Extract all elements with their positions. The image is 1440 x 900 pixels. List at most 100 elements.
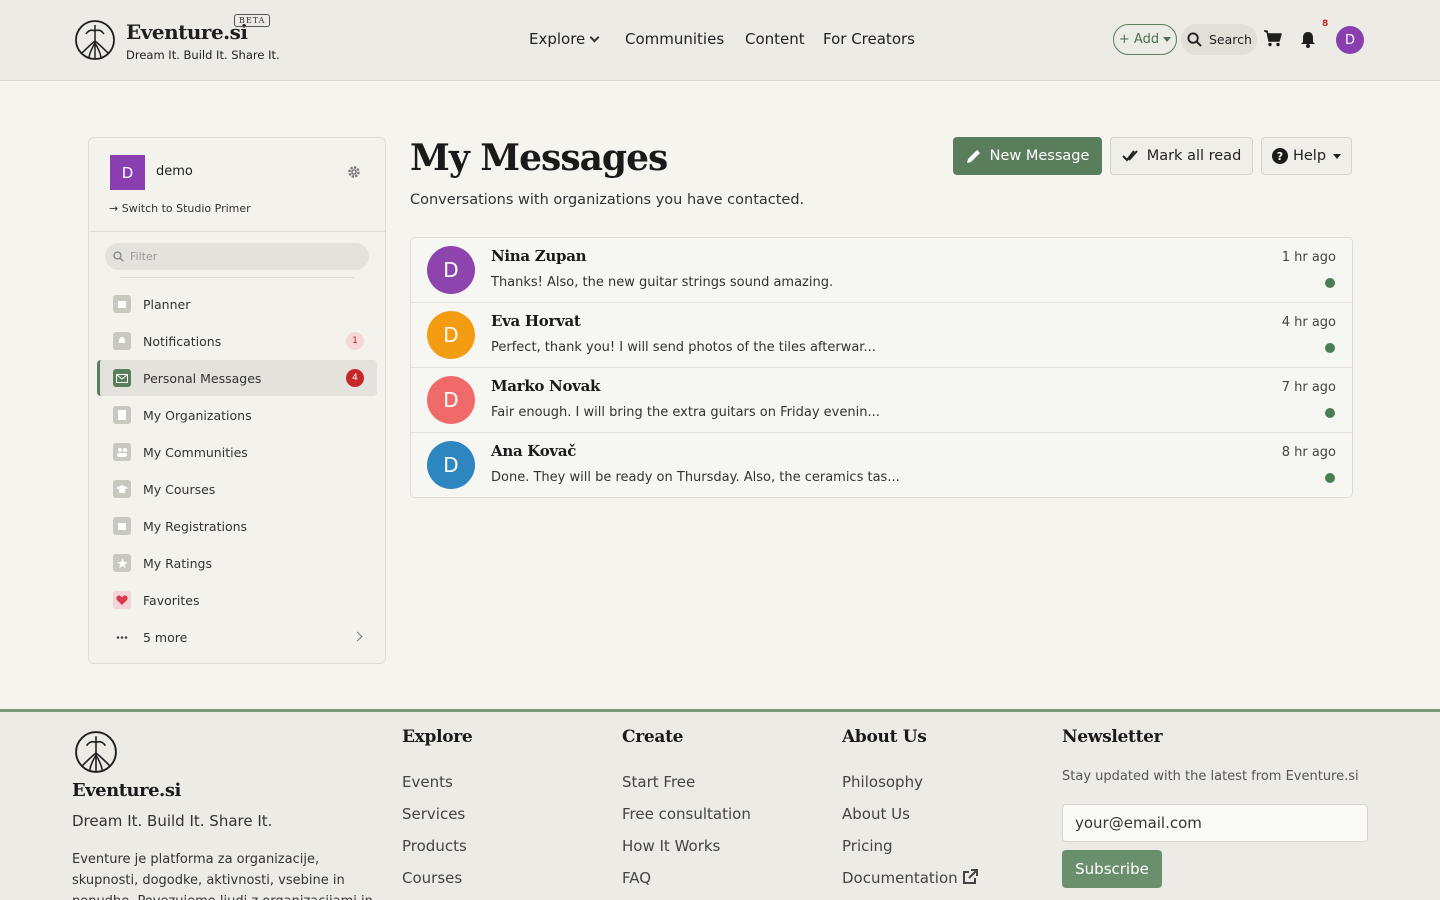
beta-badge: BETA bbox=[234, 14, 271, 27]
pencil-icon bbox=[966, 150, 980, 163]
footer-link-about-us[interactable]: About Us bbox=[842, 805, 910, 823]
footer-brand: Eventure.si bbox=[72, 780, 181, 801]
message-preview: Done. They will be ready on Thursday. Al… bbox=[491, 470, 900, 485]
account-avatar[interactable]: D bbox=[110, 155, 145, 190]
caret-down-icon bbox=[1333, 153, 1342, 159]
envelope-icon bbox=[113, 369, 131, 387]
sidebar-item-notifications[interactable]: Notifications 1 bbox=[97, 323, 377, 359]
heart-icon bbox=[113, 591, 131, 609]
calendar-icon bbox=[113, 295, 131, 313]
footer-about-title: About Us bbox=[842, 727, 927, 747]
message-preview: Fair enough. I will bring the extra guit… bbox=[491, 405, 880, 420]
account-username[interactable]: demo bbox=[156, 164, 193, 179]
add-button[interactable]: + Add bbox=[1113, 24, 1177, 55]
nav-for-creators[interactable]: For Creators bbox=[823, 30, 915, 48]
sidebar-item-personal-messages[interactable]: Personal Messages 4 bbox=[97, 360, 377, 396]
footer-link-start-free[interactable]: Start Free bbox=[622, 773, 695, 791]
divider bbox=[120, 277, 354, 278]
search-icon bbox=[1187, 32, 1202, 47]
contact-avatar: D bbox=[427, 246, 475, 294]
svg-text:?: ? bbox=[1277, 150, 1283, 163]
footer-tagline: Dream It. Build It. Share It. bbox=[72, 812, 273, 830]
footer-explore-title: Explore bbox=[402, 727, 473, 747]
nav-explore[interactable]: Explore bbox=[529, 30, 600, 48]
footer-link-faq[interactable]: FAQ bbox=[622, 869, 651, 887]
footer-link-consultation[interactable]: Free consultation bbox=[622, 805, 751, 823]
message-time: 8 hr ago bbox=[1281, 445, 1336, 460]
contact-avatar: D bbox=[427, 441, 475, 489]
tree-logo-icon[interactable] bbox=[74, 19, 116, 61]
switch-account-link[interactable]: → Switch to Studio Primer bbox=[109, 202, 251, 215]
brand-name[interactable]: Eventure.si bbox=[126, 20, 248, 44]
ellipsis-icon bbox=[113, 628, 131, 646]
external-link-icon bbox=[963, 869, 979, 884]
newsletter-text: Stay updated with the latest from Eventu… bbox=[1062, 769, 1359, 784]
message-row[interactable]: D Ana Kovač Done. They will be ready on … bbox=[411, 433, 1352, 497]
message-row[interactable]: D Eva Horvat Perfect, thank you! I will … bbox=[411, 303, 1352, 368]
cart-icon[interactable] bbox=[1264, 30, 1282, 47]
arrow-right-icon: → bbox=[109, 202, 122, 215]
calendar-check-icon bbox=[113, 517, 131, 535]
message-time: 7 hr ago bbox=[1281, 380, 1336, 395]
user-avatar[interactable]: D bbox=[1336, 26, 1364, 54]
subscribe-button[interactable]: Subscribe bbox=[1062, 850, 1162, 888]
notification-count-badge: 8 bbox=[1322, 19, 1329, 29]
footer-description: Eventure je platforma za organizacije, s… bbox=[72, 852, 373, 900]
footer-link-events[interactable]: Events bbox=[402, 773, 453, 791]
footer: Eventure.si Dream It. Build It. Share It… bbox=[0, 709, 1440, 900]
sidebar-item-my-organizations[interactable]: My Organizations bbox=[97, 397, 377, 433]
nav-communities[interactable]: Communities bbox=[625, 30, 724, 48]
footer-link-philosophy[interactable]: Philosophy bbox=[842, 773, 923, 791]
search-button[interactable]: Search bbox=[1181, 24, 1257, 55]
caret-down-icon bbox=[1163, 37, 1172, 42]
chevron-down-icon bbox=[589, 32, 600, 43]
sidebar-item-planner[interactable]: Planner bbox=[97, 286, 377, 322]
contact-name: Ana Kovač bbox=[491, 442, 577, 460]
sidebar-filter-input[interactable]: Filter bbox=[105, 243, 369, 270]
footer-link-services[interactable]: Services bbox=[402, 805, 465, 823]
footer-link-products[interactable]: Products bbox=[402, 837, 467, 855]
help-button[interactable]: ? Help bbox=[1261, 137, 1352, 175]
page-subtitle: Conversations with organizations you hav… bbox=[410, 192, 805, 208]
message-time: 1 hr ago bbox=[1281, 250, 1336, 265]
footer-newsletter-title: Newsletter bbox=[1062, 727, 1163, 747]
bell-icon[interactable] bbox=[1300, 31, 1316, 48]
tree-logo-icon bbox=[75, 731, 117, 773]
double-check-icon bbox=[1121, 150, 1138, 162]
question-circle-icon: ? bbox=[1271, 148, 1288, 164]
message-row[interactable]: D Nina Zupan Thanks! Also, the new guita… bbox=[411, 238, 1352, 303]
top-header: Eventure.si BETA Dream It. Build It. Sha… bbox=[0, 0, 1440, 81]
sidebar-item-my-communities[interactable]: My Communities bbox=[97, 434, 377, 470]
message-preview: Perfect, thank you! I will send photos o… bbox=[491, 340, 876, 355]
new-message-button[interactable]: New Message bbox=[953, 137, 1102, 175]
sidebar-item-my-courses[interactable]: My Courses bbox=[97, 471, 377, 507]
bell-icon bbox=[113, 332, 131, 350]
mark-all-read-button[interactable]: Mark all read bbox=[1110, 137, 1253, 175]
message-time: 4 hr ago bbox=[1281, 315, 1336, 330]
footer-link-courses[interactable]: Courses bbox=[402, 869, 462, 887]
sidebar-item-my-registrations[interactable]: My Registrations bbox=[97, 508, 377, 544]
message-list: D Nina Zupan Thanks! Also, the new guita… bbox=[410, 237, 1353, 498]
chevron-right-icon bbox=[352, 631, 363, 642]
sidebar: D demo → Switch to Studio Primer Filter … bbox=[88, 137, 386, 664]
sidebar-item-favorites[interactable]: Favorites bbox=[97, 582, 377, 618]
divider bbox=[89, 231, 385, 232]
page-title: My Messages bbox=[410, 137, 668, 179]
message-row[interactable]: D Marko Novak Fair enough. I will bring … bbox=[411, 368, 1352, 433]
contact-name: Marko Novak bbox=[491, 377, 601, 395]
newsletter-email-input[interactable]: your@email.com bbox=[1062, 804, 1368, 842]
contact-name: Nina Zupan bbox=[491, 247, 587, 265]
nav-content[interactable]: Content bbox=[745, 30, 805, 48]
building-icon bbox=[113, 406, 131, 424]
footer-link-documentation[interactable]: Documentation bbox=[842, 869, 979, 887]
sidebar-item-more[interactable]: 5 more bbox=[97, 619, 377, 655]
footer-link-how-it-works[interactable]: How It Works bbox=[622, 837, 720, 855]
star-icon bbox=[113, 554, 131, 572]
contact-avatar: D bbox=[427, 311, 475, 359]
sidebar-item-my-ratings[interactable]: My Ratings bbox=[97, 545, 377, 581]
gear-icon[interactable] bbox=[347, 165, 361, 179]
unread-dot bbox=[1325, 278, 1335, 288]
footer-link-pricing[interactable]: Pricing bbox=[842, 837, 893, 855]
graduation-cap-icon bbox=[113, 480, 131, 498]
unread-dot bbox=[1325, 473, 1335, 483]
